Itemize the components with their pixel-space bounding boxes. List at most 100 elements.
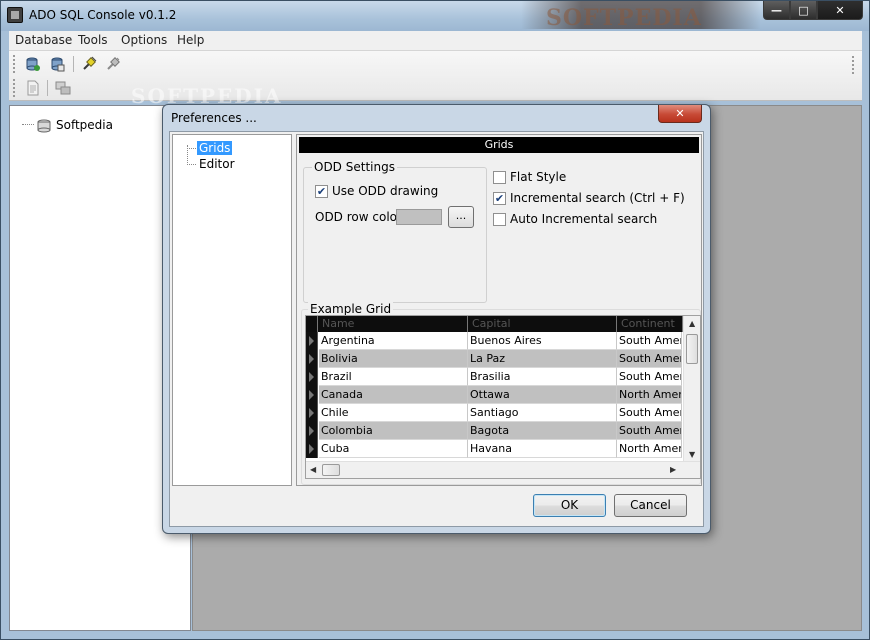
grid-row[interactable]: Canada Ottawa North America [306,386,682,404]
plug-disconnect-icon[interactable] [105,56,121,72]
use-odd-drawing-checkbox[interactable]: ✔ [315,185,328,198]
close-button[interactable]: ✕ [817,1,863,20]
example-grid[interactable]: Name Capital Continent Argentina Buenos … [305,315,701,479]
cell-name[interactable]: Colombia [319,422,468,440]
cell-name[interactable]: Cuba [319,440,468,458]
toolbar-grip[interactable] [13,79,17,97]
odd-row-color-swatch[interactable] [396,209,442,225]
grid-header-capital[interactable]: Capital [468,316,617,332]
row-indicator [306,422,318,440]
dialog-close-button[interactable]: ✕ [658,105,702,123]
menu-options[interactable]: Options [121,33,167,47]
cancel-button[interactable]: Cancel [614,494,687,517]
row-indicator [306,350,318,368]
connect-db-icon[interactable] [25,56,41,72]
title-bar[interactable]: ADO SQL Console v0.1.2 SOFTPEDIA — □ ✕ [1,1,869,31]
cell-continent[interactable]: North America [617,440,682,458]
vertical-scroll-thumb[interactable] [686,334,698,364]
row-indicator [306,440,318,458]
incremental-search-label[interactable]: Incremental search (Ctrl + F) [510,191,685,205]
tree-node-label[interactable]: Softpedia [56,118,113,132]
section-header: Grids [299,137,699,153]
cell-capital[interactable]: Ottawa [468,386,617,404]
scroll-up-icon[interactable]: ▲ [689,319,695,328]
cell-name[interactable]: Brazil [319,368,468,386]
grid-row[interactable]: Brazil Brasilia South Americ [306,368,682,386]
menu-bar: Database Tools Options Help [9,31,862,51]
grid-header-continent[interactable]: Continent [617,316,683,332]
cell-capital[interactable]: Santiago [468,404,617,422]
cell-name[interactable]: Canada [319,386,468,404]
cell-capital[interactable]: Bagota [468,422,617,440]
auto-incremental-checkbox[interactable] [493,213,506,226]
grid-row[interactable]: Colombia Bagota South Americ [306,422,682,440]
plug-connect-icon[interactable] [81,56,97,72]
menu-help[interactable]: Help [177,33,204,47]
preferences-nav-tree[interactable]: Grids Editor [172,134,292,486]
menu-tools[interactable]: Tools [78,33,108,47]
cell-continent[interactable]: South Americ [617,368,682,386]
cell-capital[interactable]: Havana [468,440,617,458]
scroll-left-icon[interactable]: ◀ [310,465,316,474]
row-indicator [306,368,318,386]
cell-name[interactable]: Bolivia [319,350,468,368]
horizontal-scroll-thumb[interactable] [322,464,340,476]
nav-item-label[interactable]: Grids [197,141,233,155]
cell-continent[interactable]: South Americ [617,404,682,422]
preferences-content: Grids ODD Settings ✔ Use ODD drawing ODD… [296,134,702,486]
tree-connector [22,124,34,125]
scroll-down-icon[interactable]: ▼ [689,450,695,459]
app-icon[interactable] [7,7,23,23]
new-document-icon[interactable] [25,80,41,96]
incremental-search-checkbox[interactable]: ✔ [493,192,506,205]
refresh-db-icon[interactable] [49,56,65,72]
grid-horizontal-scrollbar[interactable]: ◀ ▶ [306,461,700,478]
nav-item-label[interactable]: Editor [197,157,237,171]
cell-continent[interactable]: South Americ [617,350,682,368]
maximize-button[interactable]: □ [790,1,817,20]
cell-name[interactable]: Argentina [319,332,468,350]
flat-style-checkbox[interactable] [493,171,506,184]
menu-database[interactable]: Database [15,33,72,47]
toolbar-grip-end [852,56,856,74]
cell-continent[interactable]: North America [617,386,682,404]
grid-vertical-scrollbar[interactable]: ▲ ▼ [683,316,700,462]
dialog-body: Grids Editor Grids ODD Settings ✔ Use OD… [169,131,704,527]
grid-corner [306,316,318,332]
dialog-title: Preferences ... [171,111,257,125]
grid-header-name[interactable]: Name [318,316,468,332]
auto-incremental-label[interactable]: Auto Incremental search [510,212,657,226]
window-title: ADO SQL Console v0.1.2 [29,8,177,22]
grid-row[interactable]: Bolivia La Paz South Americ [306,350,682,368]
toolbar-grip[interactable] [13,55,17,73]
cell-continent[interactable]: South Americ [617,332,682,350]
toolbar-separator [47,80,48,96]
row-indicator [306,386,318,404]
use-odd-drawing-label[interactable]: Use ODD drawing [332,184,438,198]
choose-color-button[interactable]: ... [448,206,474,228]
grid-row[interactable]: Cuba Havana North America [306,440,682,458]
grid-row[interactable]: Chile Santiago South Americ [306,404,682,422]
caption-buttons: — □ ✕ [763,1,863,20]
row-indicator [306,404,318,422]
toolbar-row-1 [13,53,858,75]
watermark-text: SOFTPEDIA [546,5,702,31]
cell-continent[interactable]: South Americ [617,422,682,440]
tree-connector [187,164,196,165]
table-icon[interactable] [55,80,71,96]
cell-name[interactable]: Chile [319,404,468,422]
ok-button[interactable]: OK [533,494,606,517]
grid-header-row: Name Capital Continent [306,316,683,332]
row-indicator [306,332,318,350]
odd-settings-group: ODD Settings ✔ Use ODD drawing ODD row c… [303,160,487,303]
tree-connector [187,148,196,149]
scroll-right-icon[interactable]: ▶ [670,465,676,474]
odd-settings-title: ODD Settings [312,160,397,174]
flat-style-label[interactable]: Flat Style [510,170,566,184]
minimize-button[interactable]: — [763,1,790,20]
cell-capital[interactable]: La Paz [468,350,617,368]
cell-capital[interactable]: Brasilia [468,368,617,386]
cell-capital[interactable]: Buenos Aires [468,332,617,350]
preferences-dialog: Preferences ... ✕ Grids Editor Grids ODD… [162,104,711,534]
grid-row[interactable]: Argentina Buenos Aires South Americ [306,332,682,350]
